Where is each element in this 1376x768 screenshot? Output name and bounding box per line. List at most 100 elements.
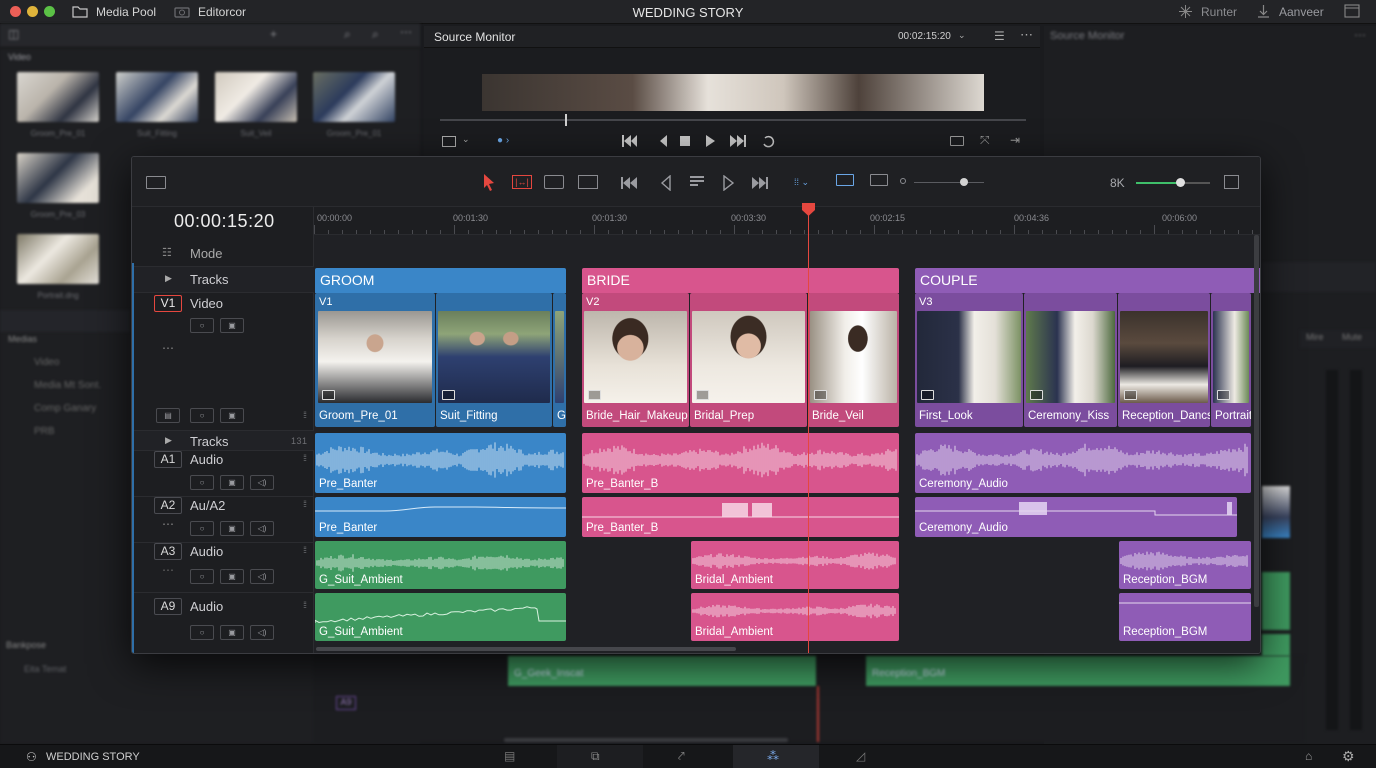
audio-clip[interactable]: G_Suit_Ambient — [315, 593, 566, 641]
mute-speaker-icon[interactable]: ◁) — [250, 625, 274, 640]
video-clip[interactable]: V3 First_Look — [915, 293, 1023, 427]
skip-end-icon[interactable] — [752, 177, 768, 189]
drag-handle-icon[interactable]: ⁞⁞ — [303, 545, 307, 555]
crop-icon[interactable] — [950, 136, 964, 146]
solo-track-icon[interactable]: ▣ — [220, 475, 244, 490]
audio-clip[interactable]: Pre_Banter — [315, 433, 566, 493]
snapping-icon[interactable]: ⁞⁞ ⌄ — [794, 177, 809, 188]
lock-track-icon[interactable]: ○ — [190, 408, 214, 423]
more-icon[interactable]: ⋯ — [162, 563, 174, 577]
source-monitor-timecode[interactable]: 00:02:15:20 — [898, 31, 951, 42]
marker-icon[interactable]: ● › — [497, 135, 509, 146]
drag-handle-icon[interactable]: ⁞⁞ — [303, 499, 307, 509]
lock-track-icon[interactable]: ○ — [190, 475, 214, 490]
loop-icon[interactable] — [763, 135, 775, 148]
play-icon[interactable] — [723, 175, 735, 191]
audio-clip[interactable]: Bridal_Ambient — [691, 541, 899, 589]
media-side-item[interactable]: Comp Ganary — [34, 403, 96, 414]
lock-track-icon[interactable]: ○ — [190, 569, 214, 584]
audio-clip[interactable]: Pre_Banter — [315, 497, 566, 537]
page-cut-button[interactable]: ⧉ — [557, 745, 643, 768]
zoom-slider-track[interactable] — [914, 182, 984, 183]
chevron-down-icon[interactable]: ⌄ — [958, 30, 966, 41]
track-id-v1[interactable]: V1 — [154, 295, 182, 312]
export-button[interactable]: Aanveer — [1279, 5, 1324, 19]
expand-triangle-icon[interactable]: ▶ — [165, 435, 172, 446]
grid-view-icon[interactable] — [1224, 175, 1239, 189]
home-icon[interactable]: ⌂ — [1305, 749, 1312, 763]
bg-scrollbar[interactable] — [504, 738, 788, 742]
layout-icon[interactable] — [146, 176, 166, 189]
track-visibility-icon[interactable]: ▣ — [220, 408, 244, 423]
audio-clip[interactable]: Pre_Banter_B — [582, 497, 899, 537]
lock-track-icon[interactable]: ○ — [190, 318, 214, 333]
track-id-a2[interactable]: A2 — [154, 497, 182, 514]
media-thumb[interactable] — [313, 72, 395, 122]
media-thumb[interactable] — [17, 72, 99, 122]
audio-clip[interactable]: Reception_BGM — [1119, 541, 1251, 589]
video-clip[interactable]: Ceremony_Kiss — [1024, 293, 1117, 427]
drag-handle-icon[interactable]: ⁞⁞ — [303, 600, 307, 610]
fit-icon[interactable]: ⤧ — [980, 133, 990, 148]
position-lock-icon[interactable] — [870, 174, 888, 186]
page-media-button[interactable]: ▤ — [470, 745, 556, 768]
expand-triangle-icon[interactable]: ▶ — [165, 273, 172, 284]
more-icon[interactable]: ⋯ — [1020, 27, 1033, 43]
video-clip[interactable]: V2 Bride_Hair_Makeup — [582, 293, 689, 427]
linked-selection-icon[interactable] — [836, 174, 854, 186]
settings-gear-icon[interactable]: ⚙ — [1342, 748, 1355, 765]
timeline-timecode[interactable]: 00:00:15:20 — [174, 211, 275, 232]
audio-clip[interactable]: Ceremony_Audio — [915, 433, 1251, 493]
video-clip[interactable]: Suit_Fitting — [436, 293, 552, 427]
solo-track-icon[interactable]: ▣ — [220, 569, 244, 584]
group-header-couple[interactable]: COUPLE — [915, 268, 1260, 293]
media-thumb[interactable] — [116, 72, 198, 122]
dynamic-trim-icon[interactable] — [544, 175, 564, 189]
skip-start-icon[interactable] — [621, 177, 637, 189]
timeline-ruler[interactable]: 00:00:00 00:01:30 00:01:30 00:03:30 00:0… — [314, 207, 1260, 235]
skip-end-icon[interactable] — [730, 135, 746, 147]
more-icon[interactable]: ⋯ — [162, 341, 174, 355]
video-clip[interactable]: V1 Groom_Pre_01 — [315, 293, 435, 427]
zoom-slider-handle[interactable] — [960, 178, 968, 186]
media-side-item[interactable]: Video — [34, 357, 59, 368]
source-scrubber-track[interactable] — [440, 119, 1026, 121]
video-clip[interactable]: Bride_Veil — [808, 293, 899, 427]
audio-clip[interactable]: Bridal_Ambient — [691, 593, 899, 641]
vertical-scrollbar[interactable] — [1254, 235, 1259, 607]
media-lower-item[interactable]: Eita Temat — [24, 664, 66, 674]
media-thumb[interactable] — [17, 153, 99, 203]
video-clip[interactable]: Portrait — [1211, 293, 1251, 427]
step-back-icon[interactable] — [660, 175, 671, 191]
horizontal-scrollbar[interactable] — [316, 647, 736, 651]
step-back-icon[interactable] — [660, 135, 667, 147]
audio-clip[interactable]: Pre_Banter_B — [582, 433, 899, 493]
zoom-out-icon[interactable] — [900, 178, 906, 184]
more-icon[interactable]: ⋯ — [1354, 28, 1366, 42]
solo-track-icon[interactable]: ▣ — [220, 521, 244, 536]
drag-handle-icon[interactable]: ⁞⁞ — [303, 410, 307, 420]
track-id-a9[interactable]: A9 — [154, 598, 182, 615]
viewer-size-icon[interactable] — [442, 136, 456, 147]
render-button[interactable]: Runter — [1201, 5, 1237, 19]
lock-track-icon[interactable]: ○ — [190, 521, 214, 536]
audio-clip[interactable]: G_Suit_Ambient — [315, 541, 566, 589]
selection-tool-icon[interactable] — [482, 173, 496, 191]
volume-slider-handle[interactable] — [1176, 178, 1185, 187]
track-visibility-icon[interactable]: ▣ — [220, 318, 244, 333]
track-view-icon[interactable]: ▤ — [156, 408, 180, 423]
chevron-down-icon[interactable]: ⌄ — [462, 134, 470, 145]
insert-icon[interactable] — [690, 176, 704, 186]
page-fusion-button[interactable]: ⁂ — [733, 745, 819, 768]
track-id-a3[interactable]: A3 — [154, 543, 182, 560]
solo-track-icon[interactable]: ▣ — [220, 625, 244, 640]
audio-clip[interactable]: Ceremony_Audio — [915, 497, 1237, 537]
playhead-handle[interactable] — [802, 203, 815, 217]
media-thumb[interactable] — [17, 234, 99, 284]
lock-track-icon[interactable]: ○ — [190, 625, 214, 640]
page-edit-button[interactable]: ⤤ — [644, 745, 730, 768]
end-icon[interactable]: ⇥ — [1010, 133, 1020, 147]
play-icon[interactable] — [706, 135, 715, 147]
mode-label[interactable]: Mode — [190, 246, 223, 261]
group-header-bride[interactable]: BRIDE — [582, 268, 899, 293]
